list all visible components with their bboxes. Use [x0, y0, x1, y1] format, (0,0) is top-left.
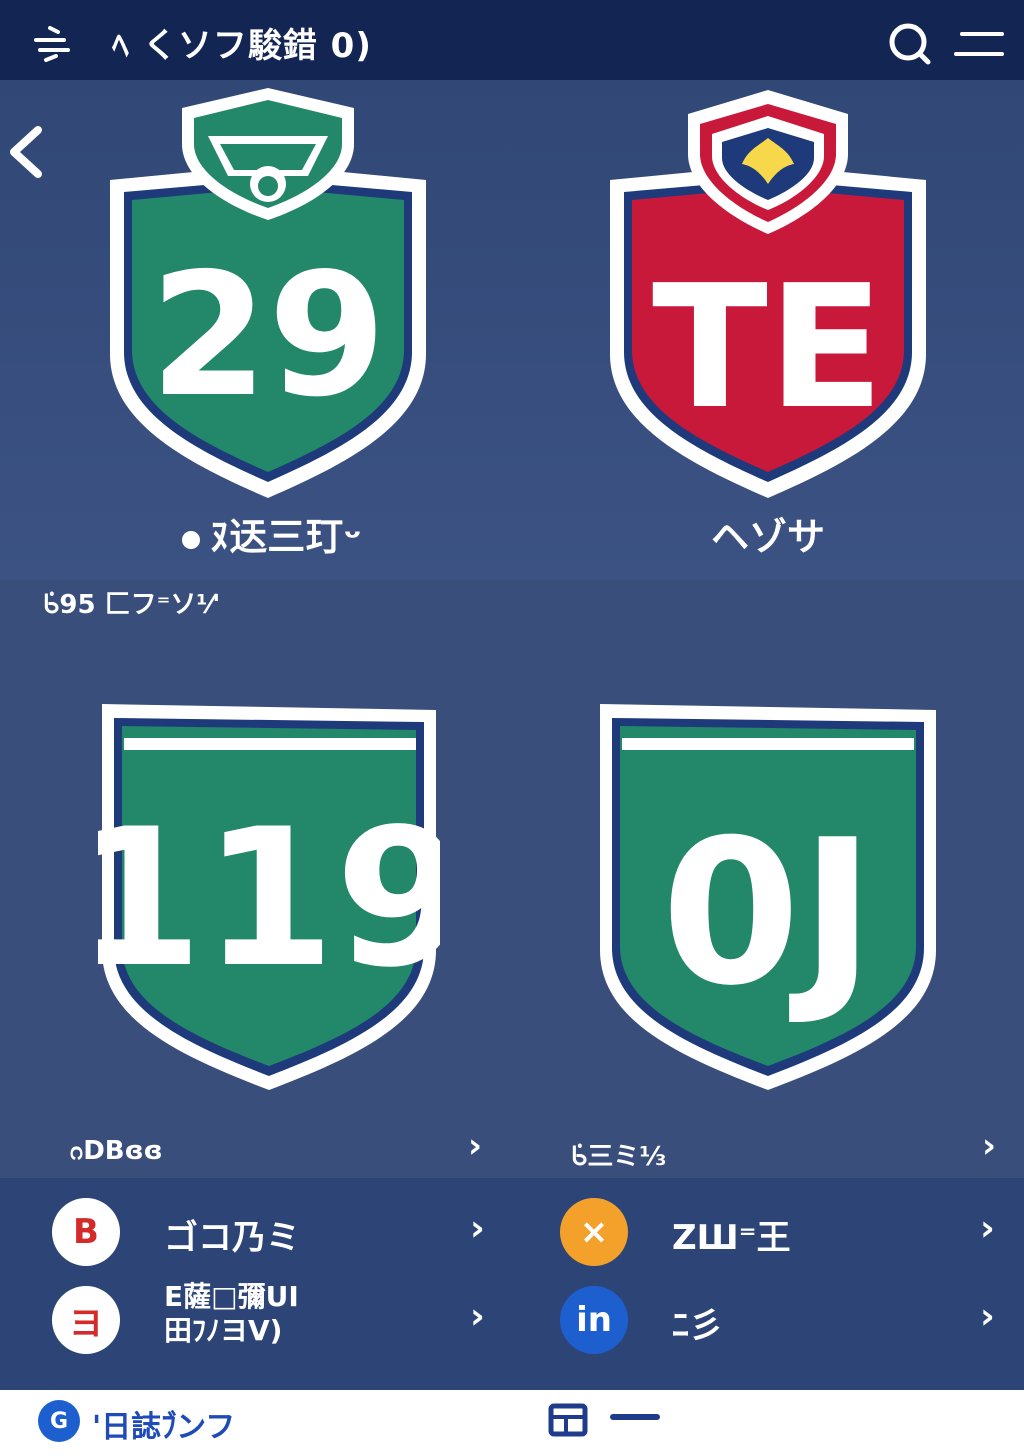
- chevron-right-icon: ›: [470, 1208, 485, 1249]
- brand-text[interactable]: '日誌ﾌ゙ンフ: [92, 1402, 235, 1446]
- team-crest-0j[interactable]: 0J: [596, 700, 940, 1092]
- top-app-bar: ﾍ くソフ駿錯 0): [0, 0, 1024, 80]
- list-item-label: ﾆ彡: [672, 1306, 723, 1346]
- section-heading: ᢸ95 匚フ⁼ソ⅟': [44, 590, 221, 620]
- crest-number: 0J: [661, 797, 875, 1030]
- tab-icon[interactable]: [548, 1400, 590, 1442]
- list-item-label: ZШ⁼王: [672, 1218, 791, 1258]
- bottom-nav-bar: G '日誌ﾌ゙ンフ: [0, 1390, 1024, 1456]
- back-arrow-icon[interactable]: [4, 124, 48, 180]
- crest-number: 29: [150, 237, 387, 435]
- team-list: B ゴコ乃ミ › × ZШ⁼王 › ヨ E薩□彌UI 田ﾌﾉヨV) › in ﾆ…: [0, 1178, 1024, 1390]
- crest-number: TE: [652, 249, 884, 447]
- status-dot: [182, 530, 201, 549]
- team-name-2: ヘゾサ: [710, 515, 825, 559]
- team-logo-icon: B: [52, 1198, 120, 1266]
- team-logo-icon: ×: [560, 1198, 628, 1266]
- caption-row: ᦅDBɞɞ › ᢸ三ミ⅓ ›: [0, 1126, 1024, 1178]
- team-crest-green[interactable]: 29: [96, 84, 440, 504]
- menu-icon[interactable]: [30, 22, 74, 66]
- list-item[interactable]: in ﾆ彡 ›: [560, 1278, 1008, 1358]
- chevron-right-icon: ›: [470, 1296, 485, 1337]
- caption-right: ᢸ三ミ⅓: [572, 1142, 667, 1172]
- team-crest-red[interactable]: TE: [596, 84, 940, 504]
- list-item-label: E薩□彌UI 田ﾌﾉヨV): [164, 1280, 299, 1347]
- list-item-label: ゴコ乃ミ: [164, 1218, 300, 1258]
- chevron-right-icon[interactable]: ›: [468, 1126, 482, 1166]
- brand-logo-icon[interactable]: G: [38, 1400, 80, 1442]
- page-title: ﾍ くソフ駿錯 0): [112, 26, 372, 66]
- caption-left: ᦅDBɞɞ: [70, 1136, 163, 1166]
- chevron-right-icon: ›: [980, 1208, 995, 1249]
- chevron-right-icon: ›: [980, 1296, 995, 1337]
- chevron-right-icon[interactable]: ›: [982, 1126, 996, 1166]
- list-item[interactable]: ヨ E薩□彌UI 田ﾌﾉヨV) ›: [52, 1278, 500, 1358]
- team-crest-119[interactable]: 119: [98, 700, 440, 1092]
- crest-number: 119: [98, 788, 440, 1009]
- team-name-1: ﾇ迗三玎ᵕ: [152, 506, 392, 561]
- hamburger-icon[interactable]: [952, 26, 1006, 62]
- team-logo-icon: ヨ: [52, 1286, 120, 1354]
- tab-indicator: [610, 1414, 660, 1420]
- search-icon[interactable]: [884, 20, 936, 68]
- list-item[interactable]: × ZШ⁼王 ›: [560, 1190, 1008, 1270]
- list-item[interactable]: B ゴコ乃ミ ›: [52, 1190, 500, 1270]
- team-logo-icon: in: [560, 1286, 628, 1354]
